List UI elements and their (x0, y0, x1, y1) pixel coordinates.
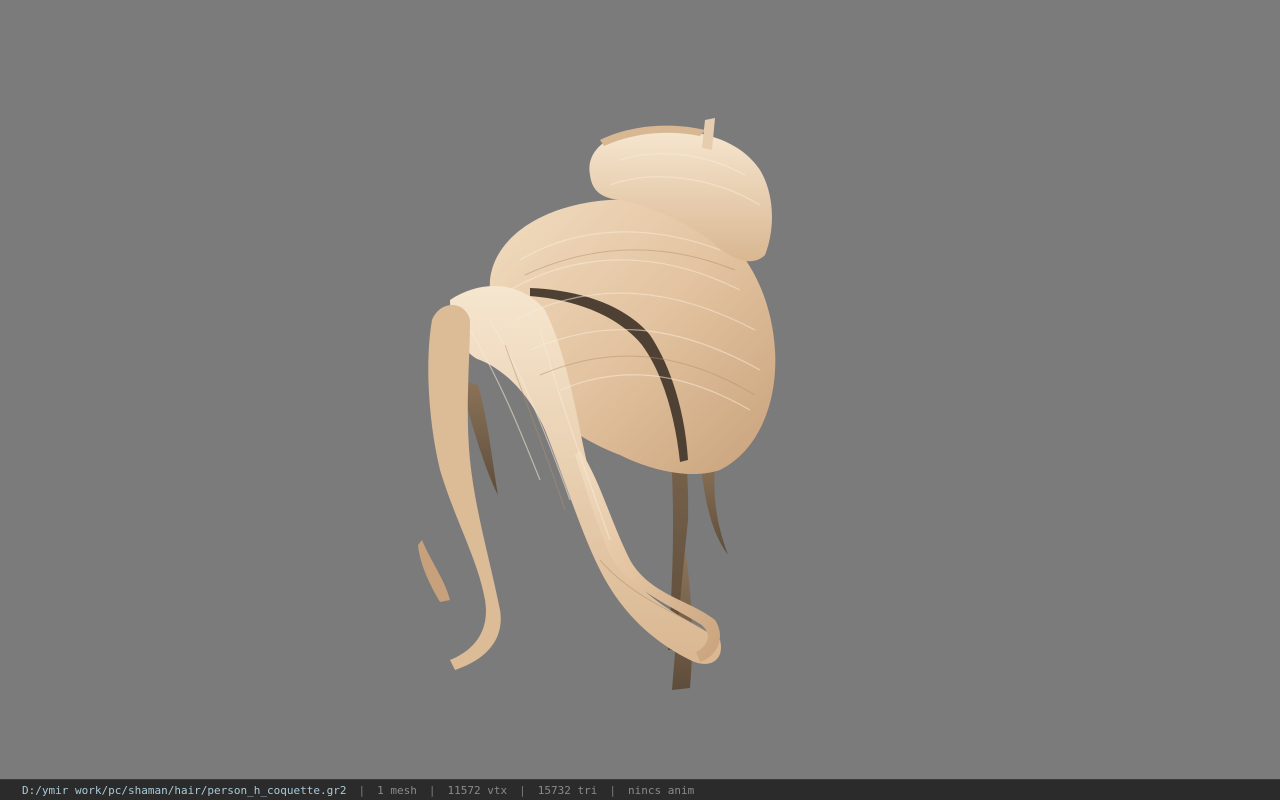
animation-status-label: nincs anim (627, 783, 695, 797)
3d-viewport[interactable] (0, 0, 1280, 779)
file-path-label: D:/ymir work/pc/shaman/hair/person_h_coq… (22, 783, 347, 797)
vertex-count-label: 11572 vtx (447, 783, 508, 797)
mesh-count-label: 1 mesh (377, 783, 417, 797)
hair-side-strand-left-tip (418, 540, 450, 602)
hair-model-render[interactable] (0, 0, 1280, 779)
triangle-count-label: 15732 tri (537, 783, 598, 797)
status-separator: | (358, 783, 366, 797)
status-bar: D:/ymir work/pc/shaman/hair/person_h_coq… (0, 779, 1280, 800)
status-separator: | (428, 783, 436, 797)
status-separator: | (609, 783, 616, 797)
status-separator: | (519, 783, 526, 797)
